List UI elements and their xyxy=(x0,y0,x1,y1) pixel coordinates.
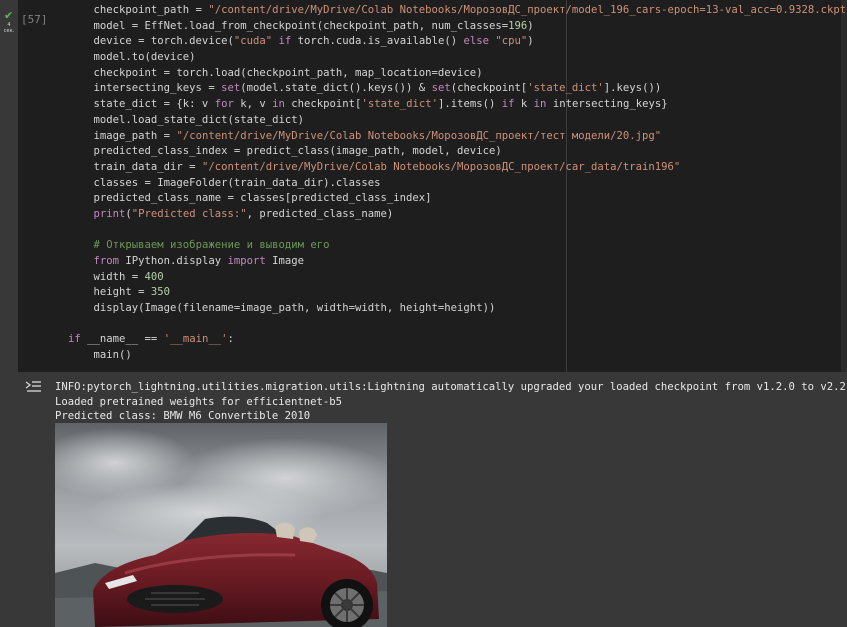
code-line[interactable]: classes = ImageFolder(train_data_dir).cl… xyxy=(68,176,847,192)
code-token: model = EffNet.load_from_checkpoint(chec… xyxy=(68,19,509,32)
code-line[interactable]: predicted_class_name = classes[predicted… xyxy=(68,191,847,207)
code-line[interactable]: # Открываем изображение и выводим его xyxy=(68,238,847,254)
code-line[interactable]: predicted_class_index = predict_class(im… xyxy=(68,144,847,160)
code-token: "Predicted class:" xyxy=(131,207,247,220)
code-token: device = torch.device( xyxy=(68,35,234,48)
code-token: predicted_class_index = predict_class(im… xyxy=(68,145,502,158)
code-token: for xyxy=(214,98,234,111)
output-line: Predicted class: BMW M6 Convertible 2010 xyxy=(55,410,311,422)
code-token: set xyxy=(221,82,241,95)
code-token: , predicted_class_name) xyxy=(246,207,394,220)
code-token: checkpoint[ xyxy=(284,98,362,111)
code-token: model.to(device) xyxy=(68,51,196,64)
code-token: (checkpoint[ xyxy=(450,82,528,95)
code-line[interactable]: print("Predicted class:", predicted_clas… xyxy=(68,207,847,223)
check-icon[interactable]: ✔ xyxy=(4,10,13,21)
code-token: set xyxy=(431,82,451,95)
code-token: import xyxy=(227,255,266,267)
code-token: checkpoint = torch.load(checkpoint_path,… xyxy=(68,66,483,79)
code-line[interactable]: intersecting_keys = set(model.state_dict… xyxy=(68,81,847,97)
code-line[interactable]: from IPython.display import Image xyxy=(68,254,847,270)
code-token: train_data_dir = xyxy=(68,160,202,173)
code-token: k, v xyxy=(233,98,273,111)
code-token: (model.state_dict().keys()) & xyxy=(240,82,432,95)
code-token: "/content/drive/MyDrive/Colab Notebooks/… xyxy=(208,4,847,16)
code-token: "/content/drive/MyDrive/Colab Notebooks/… xyxy=(201,160,681,173)
code-line[interactable]: display(Image(filename=image_path, width… xyxy=(68,301,847,317)
code-token: 196 xyxy=(508,19,528,32)
code-token: intersecting_keys} xyxy=(546,98,668,111)
code-token: predicted_class_name = classes[predicted… xyxy=(68,192,432,205)
code-token: '__main__' xyxy=(163,333,228,346)
code-line[interactable]: model = EffNet.load_from_checkpoint(chec… xyxy=(68,19,847,35)
code-token: torch.cuda.is_available() xyxy=(291,35,464,48)
code-line[interactable]: checkpoint = torch.load(checkpoint_path,… xyxy=(68,66,847,82)
code-token: ) xyxy=(527,19,534,32)
cell-gutter: ✔ 4 сек. xyxy=(0,0,18,627)
output-line: Loaded pretrained weights for efficientn… xyxy=(55,395,343,408)
code-token: "/content/drive/MyDrive/Colab Notebooks/… xyxy=(176,129,662,142)
code-token: 400 xyxy=(144,270,164,283)
code-line[interactable]: image_path = "/content/drive/MyDrive/Col… xyxy=(68,129,847,145)
code-token: if xyxy=(68,333,81,346)
code-token: model.load_state_dict(state_dict) xyxy=(68,113,305,126)
code-token: in xyxy=(272,98,285,111)
red-convertible-car-photo xyxy=(55,423,387,627)
code-token: : xyxy=(227,333,234,346)
output-text: INFO:pytorch_lightning.utilities.migrati… xyxy=(55,380,846,424)
output-options-icon[interactable] xyxy=(24,379,44,395)
code-token: from xyxy=(93,255,120,267)
code-token: ].keys()) xyxy=(603,82,662,95)
code-token: Image xyxy=(265,255,305,267)
code-token: if xyxy=(278,35,292,48)
code-token: state_dict = {k: v xyxy=(68,98,215,111)
code-token: "cuda" xyxy=(233,35,273,48)
code-token: "cpu" xyxy=(495,35,528,48)
cell-output: INFO:pytorch_lightning.utilities.migrati… xyxy=(18,372,847,627)
code-line[interactable]: if __name__ == '__main__': xyxy=(68,332,847,348)
code-token: else xyxy=(463,35,489,48)
code-token: image_path = xyxy=(68,129,177,142)
code-lines: checkpoint_path = "/content/drive/MyDriv… xyxy=(68,3,847,364)
code-line[interactable]: state_dict = {k: v for k, v in checkpoin… xyxy=(68,97,847,113)
run-time-label: 4 сек. xyxy=(3,22,15,34)
code-line[interactable]: checkpoint_path = "/content/drive/MyDriv… xyxy=(68,3,847,19)
code-token: print xyxy=(93,207,126,220)
code-line[interactable] xyxy=(68,223,847,239)
execution-count[interactable]: [57] xyxy=(21,13,48,26)
code-line[interactable]: model.load_state_dict(state_dict) xyxy=(68,113,847,129)
code-token: height = xyxy=(68,286,151,299)
code-line[interactable]: main() xyxy=(68,348,847,364)
code-token: intersecting_keys = xyxy=(68,82,222,95)
code-token: 'state_dict' xyxy=(527,82,604,95)
code-line[interactable]: model.to(device) xyxy=(68,50,847,66)
code-line[interactable]: device = torch.device("cuda" if torch.cu… xyxy=(68,34,847,50)
code-token: IPython.display xyxy=(119,255,228,267)
code-token: k xyxy=(514,98,534,111)
code-line[interactable] xyxy=(68,317,847,333)
notebook-cell: ✔ 4 сек. [57] checkpoint_path = "/conten… xyxy=(0,0,847,627)
code-token: checkpoint_path = xyxy=(68,4,209,16)
code-token: # Открываем изображение и выводим его xyxy=(93,239,330,252)
code-token: width = xyxy=(68,270,145,283)
code-token: display(Image(filename=image_path, width… xyxy=(68,302,496,315)
code-token: if xyxy=(501,98,515,111)
code-token: ].items() xyxy=(437,98,502,111)
code-token: 350 xyxy=(150,286,171,299)
code-token: ) xyxy=(527,35,534,48)
code-token: in xyxy=(533,98,547,111)
code-editor[interactable]: [57] checkpoint_path = "/content/drive/M… xyxy=(18,0,847,372)
code-token: main() xyxy=(68,349,132,362)
code-line[interactable]: width = 400 xyxy=(68,270,847,286)
code-token: 'state_dict' xyxy=(361,98,438,111)
code-token: classes = ImageFolder(train_data_dir).cl… xyxy=(68,176,381,189)
code-line[interactable]: train_data_dir = "/content/drive/MyDrive… xyxy=(68,160,847,176)
code-line[interactable]: height = 350 xyxy=(68,285,847,301)
code-token: __name__ == xyxy=(80,333,164,346)
output-line: INFO:pytorch_lightning.utilities.migrati… xyxy=(55,381,846,393)
